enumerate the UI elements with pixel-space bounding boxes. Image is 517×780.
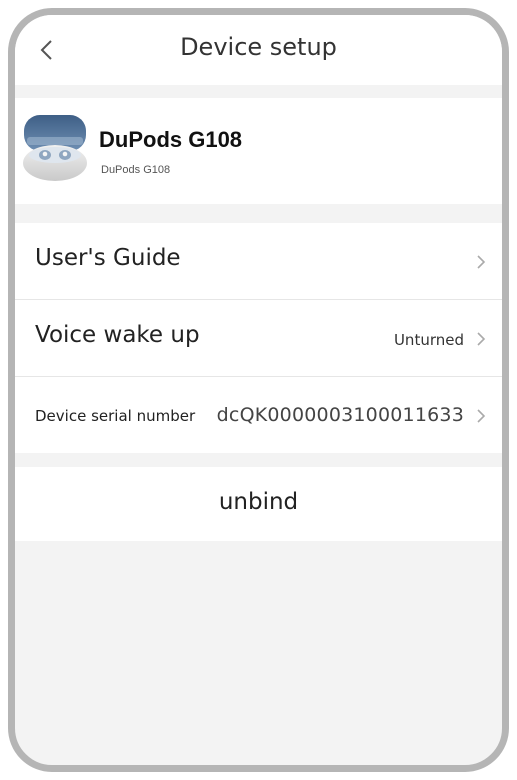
device-card[interactable]: DuPods G108 DuPods G108 [15,98,502,204]
device-model: DuPods G108 [101,164,171,176]
serial-number-row[interactable]: Device serial number dcQK000000310001163… [15,377,502,453]
serial-number-value: dcQK0000003100011633 [216,404,464,426]
settings-list: User's Guide Voice wake up Unturned Devi… [15,223,502,453]
phone-frame: Device setup DuPods G108 DuPods G108 Use… [8,8,509,772]
chevron-right-icon [477,332,486,346]
unbind-label: unbind [218,489,299,515]
chevron-right-icon [477,409,486,423]
voice-wake-up-row[interactable]: Voice wake up Unturned [15,300,502,377]
serial-number-label: Device serial number [35,407,196,425]
voice-wake-up-label: Voice wake up [35,322,200,348]
chevron-right-icon [477,255,486,269]
page-title: Device setup [180,33,337,61]
device-name: DuPods G108 [99,127,243,152]
earbuds-case-image [23,115,87,181]
users-guide-label: User's Guide [35,245,181,271]
voice-wake-up-value: Unturned [393,331,464,349]
users-guide-row[interactable]: User's Guide [15,223,502,300]
top-bar: Device setup [15,15,502,85]
unbind-button[interactable]: unbind [15,467,502,541]
